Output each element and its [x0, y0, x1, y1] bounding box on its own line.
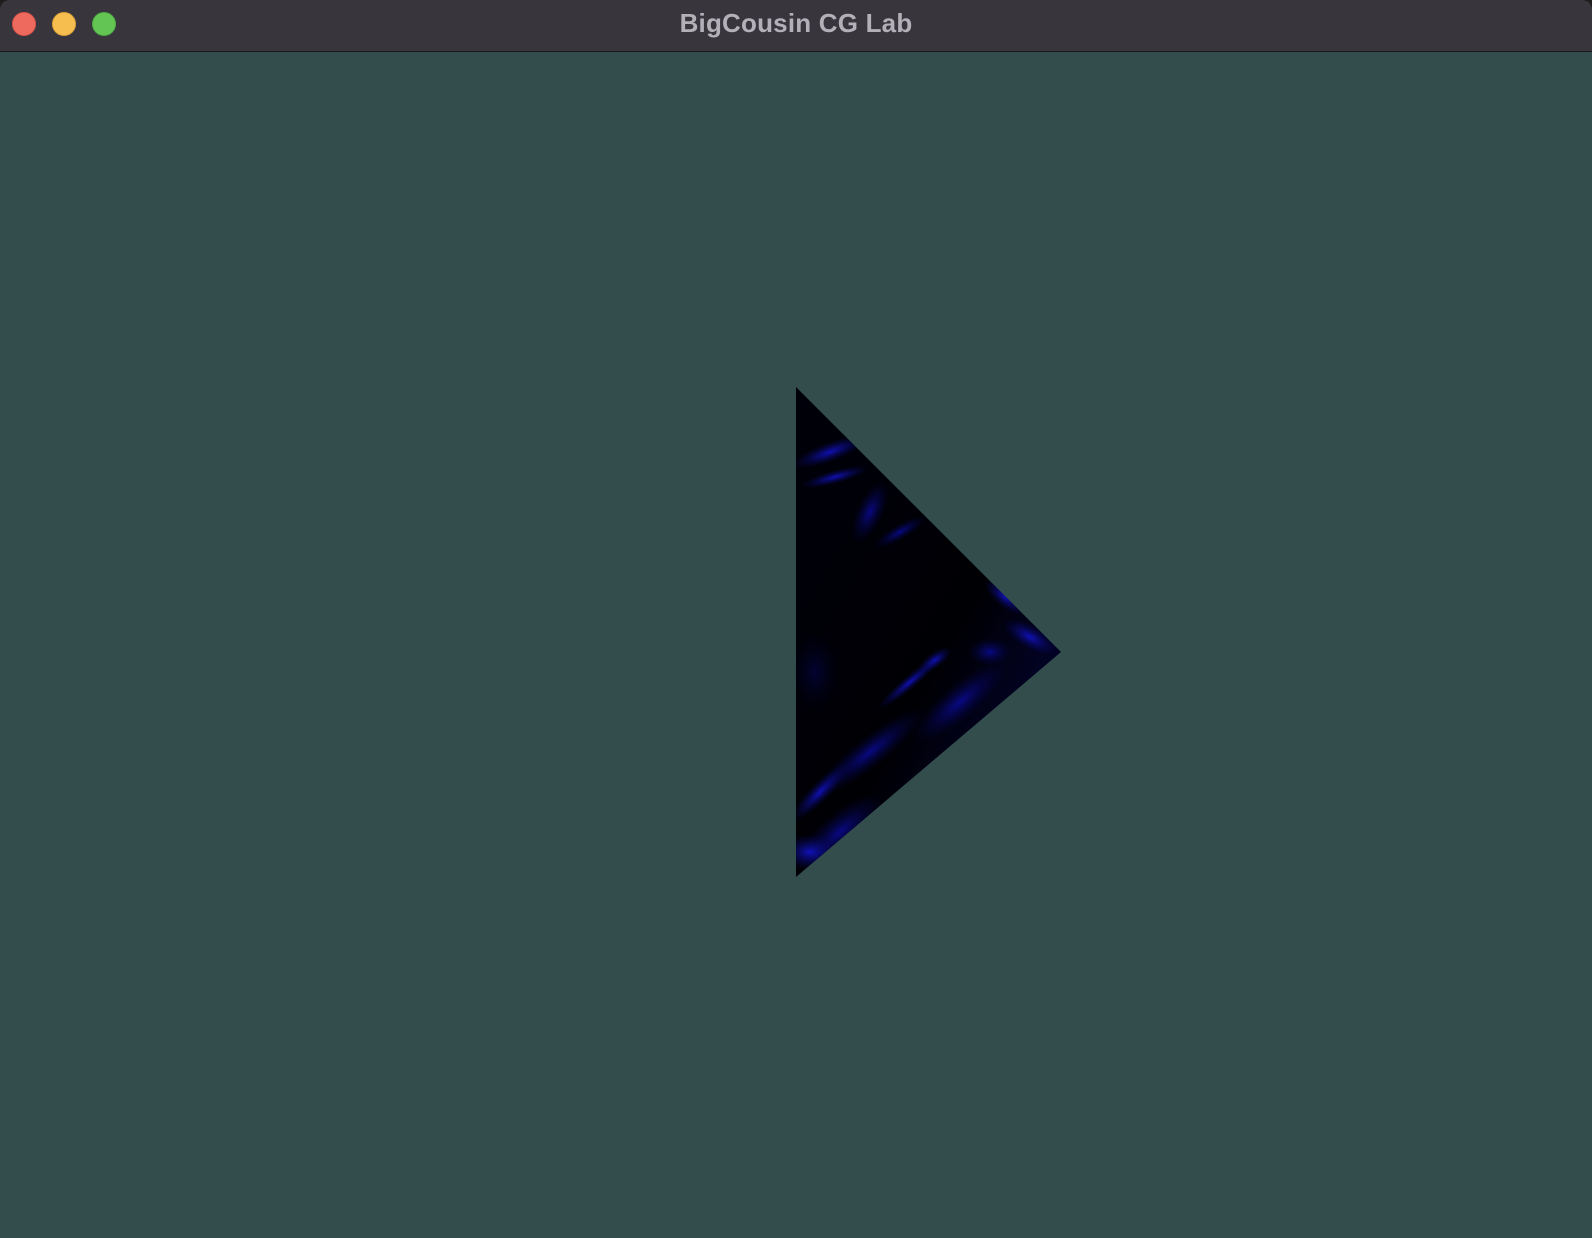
title-bar[interactable]: BigCousin CG Lab	[0, 0, 1592, 52]
gl-canvas	[796, 387, 1061, 877]
window-title: BigCousin CG Lab	[679, 8, 913, 38]
app-window: BigCousin CG Lab	[0, 0, 1592, 1238]
textured-triangle	[796, 387, 1061, 877]
render-viewport[interactable]	[0, 52, 1592, 1238]
